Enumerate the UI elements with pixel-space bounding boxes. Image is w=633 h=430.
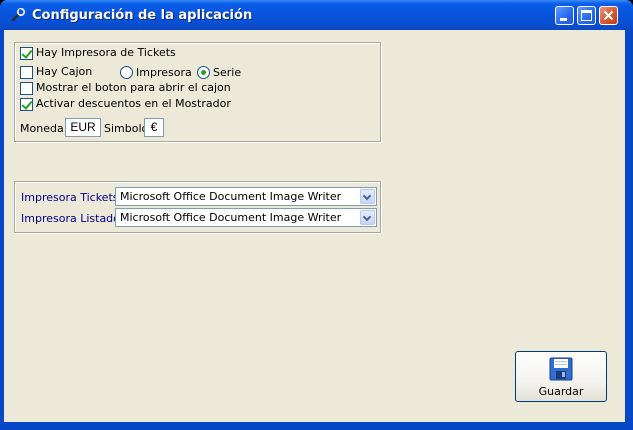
drawer-checkbox[interactable] (20, 66, 33, 79)
printers-group: Impresora Tickets Microsoft Office Docum… (14, 181, 381, 233)
maximize-button[interactable] (577, 6, 596, 25)
title-bar[interactable]: Configuración de la aplicación (0, 0, 633, 30)
minimize-button[interactable] (555, 6, 574, 25)
listing-printer-value: Microsoft Office Document Image Writer (120, 211, 342, 224)
discounts-label: Activar descuentos en el Mostrador (36, 97, 231, 110)
app-window: Configuración de la aplicación Hay Impre… (0, 0, 633, 430)
listing-printer-label: Impresora Listado (21, 212, 120, 225)
floppy-disk-icon (549, 357, 573, 381)
show-drawer-button-checkbox[interactable] (20, 82, 33, 95)
currency-input[interactable]: EUR (65, 118, 101, 137)
ticket-printer-label: Hay Impresora de Tickets (36, 46, 176, 59)
save-button-label: Guardar (538, 385, 584, 398)
symbol-label: Simbolo (104, 122, 149, 135)
listing-printer-select[interactable]: Microsoft Office Document Image Writer (115, 208, 377, 227)
close-icon (603, 10, 614, 21)
show-drawer-button-label: Mostrar el boton para abrir el cajon (36, 81, 231, 94)
tickets-printer-label: Impresora Tickets (21, 191, 119, 204)
minimize-icon (560, 18, 567, 21)
chevron-down-icon[interactable] (360, 210, 375, 225)
drawer-label: Hay Cajon (36, 65, 93, 78)
maximize-icon (581, 10, 592, 21)
radio-serie[interactable] (197, 66, 210, 79)
wrench-icon (11, 7, 26, 22)
options-group: Hay Impresora de Tickets Hay Cajon Impre… (14, 42, 381, 142)
tickets-printer-select[interactable]: Microsoft Office Document Image Writer (115, 187, 377, 206)
ticket-printer-checkbox[interactable] (20, 47, 33, 60)
tickets-printer-value: Microsoft Office Document Image Writer (120, 190, 342, 203)
client-area: Hay Impresora de Tickets Hay Cajon Impre… (4, 30, 625, 422)
radio-serie-label: Serie (213, 66, 242, 79)
currency-label: Moneda (20, 122, 64, 135)
symbol-input[interactable]: € (144, 118, 164, 137)
window-title: Configuración de la aplicación (32, 8, 253, 23)
radio-impresora[interactable] (120, 66, 133, 79)
chevron-down-icon[interactable] (360, 189, 375, 204)
save-button[interactable]: Guardar (515, 351, 607, 402)
close-button[interactable] (599, 6, 618, 25)
discounts-checkbox[interactable] (20, 98, 33, 111)
radio-impresora-label: Impresora (136, 66, 192, 79)
